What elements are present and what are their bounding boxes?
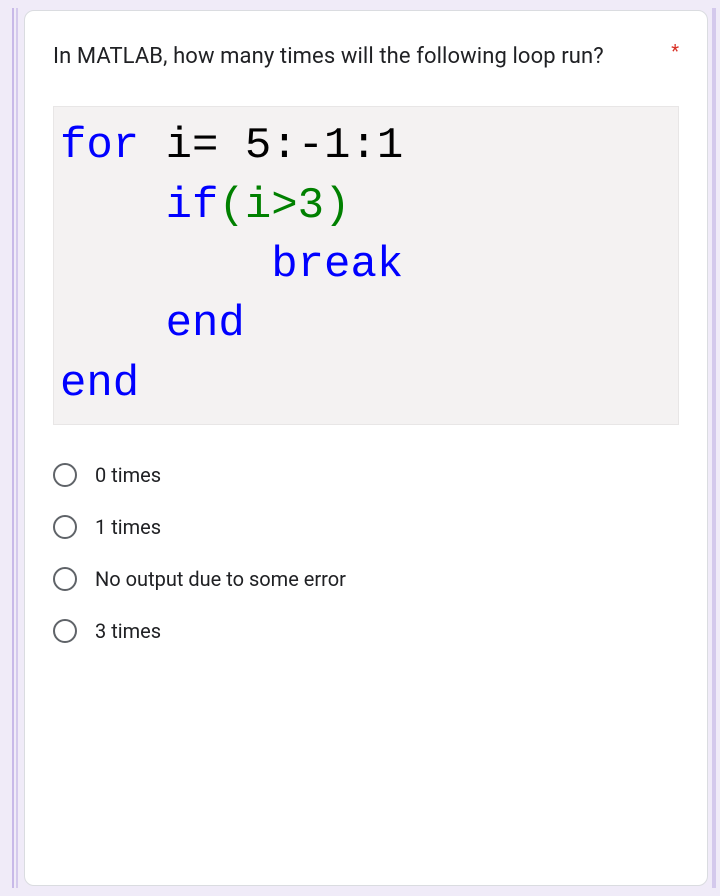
page-accent-left: In MATLAB, how many times will the follo… (12, 8, 708, 888)
code-indent (60, 181, 166, 231)
options-group: 0 times 1 times No output due to some er… (53, 449, 679, 657)
code-image: for i= 5:-1:1 if(i>3) break end end (53, 106, 679, 425)
code-kw-break: break (271, 240, 403, 290)
code-paren: (i>3) (218, 181, 350, 231)
code-line-2: if(i>3) (60, 177, 672, 236)
code-kw-if: if (166, 181, 219, 231)
code-line-1: for i= 5:-1:1 (60, 117, 672, 176)
code-kw-for: for (60, 121, 139, 171)
option-3-times[interactable]: 3 times (53, 605, 679, 657)
question-card: In MATLAB, how many times will the follo… (24, 10, 708, 886)
option-no-output[interactable]: No output due to some error (53, 553, 679, 605)
radio-icon (53, 567, 77, 591)
option-label: 1 times (95, 515, 161, 539)
option-label: 3 times (95, 619, 161, 643)
code-line-3: break (60, 236, 672, 295)
radio-icon (53, 515, 77, 539)
page-accent-left-2: In MATLAB, how many times will the follo… (16, 8, 708, 888)
option-label: 0 times (95, 463, 161, 487)
required-indicator: * (671, 39, 679, 61)
code-kw-end2: end (60, 359, 139, 409)
code-line-4: end (60, 295, 672, 354)
radio-icon (53, 463, 77, 487)
option-1-times[interactable]: 1 times (53, 501, 679, 553)
code-line-5: end (60, 355, 672, 414)
code-indent (60, 299, 166, 349)
option-0-times[interactable]: 0 times (53, 449, 679, 501)
page-accent-right (712, 8, 716, 888)
code-text: i= 5:-1:1 (139, 121, 403, 171)
question-text: In MATLAB, how many times will the follo… (53, 39, 651, 74)
code-indent (60, 240, 271, 290)
code-kw-end: end (166, 299, 245, 349)
question-header: In MATLAB, how many times will the follo… (53, 39, 679, 74)
radio-icon (53, 619, 77, 643)
option-label: No output due to some error (95, 567, 346, 591)
